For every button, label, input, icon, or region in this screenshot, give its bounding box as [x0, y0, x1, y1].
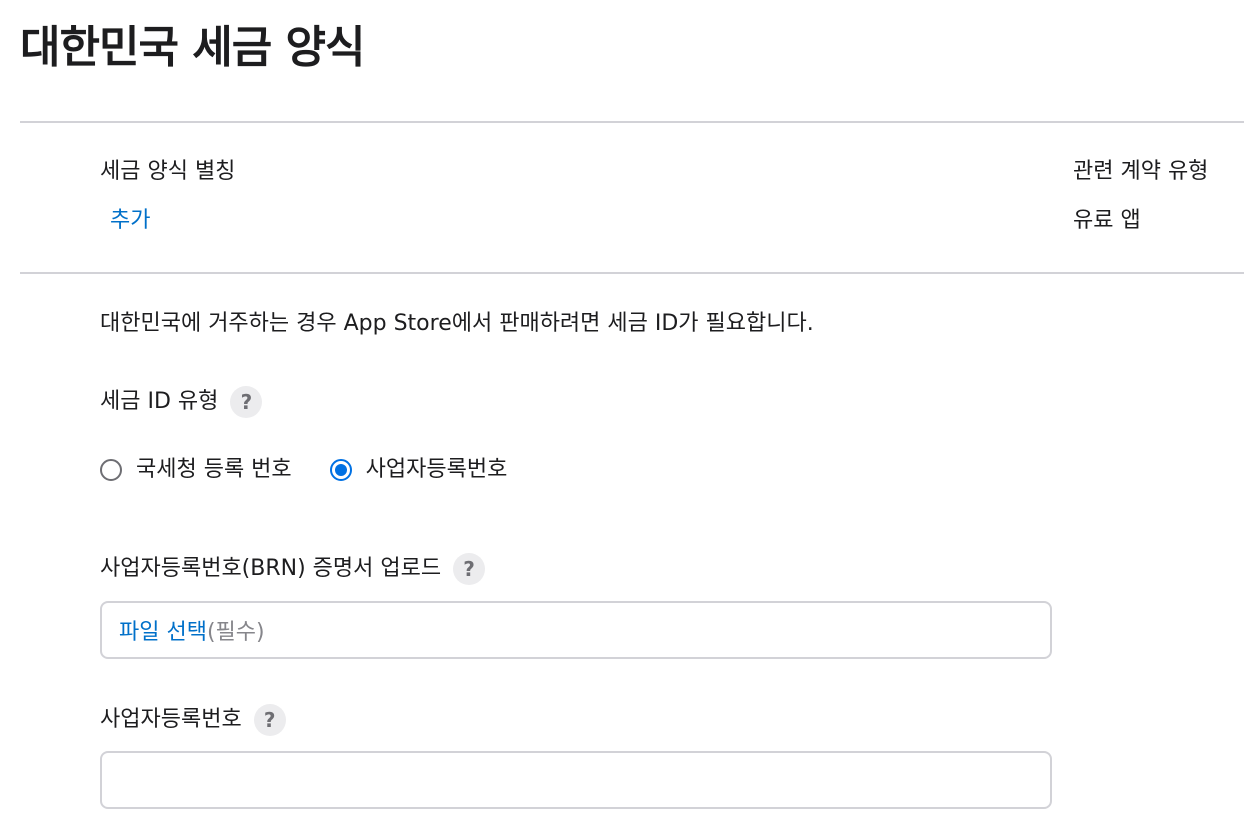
- radio-business-registration-label[interactable]: 사업자등록번호: [366, 455, 508, 485]
- brn-upload-help-icon[interactable]: ?: [453, 553, 486, 585]
- tax-form-alias-label: 세금 양식 별칭: [100, 159, 236, 184]
- required-hint: (필수): [206, 620, 265, 645]
- brn-number-label: 사업자등록번호 ?: [100, 704, 286, 736]
- brn-number-input[interactable]: [102, 753, 1050, 807]
- radio-nts-registration-circle[interactable]: [100, 459, 122, 481]
- brn-number-label-text: 사업자등록번호: [100, 707, 242, 732]
- radio-nts-registration-label[interactable]: 국세청 등록 번호: [136, 455, 292, 485]
- tax-id-type-radio-group: 국세청 등록 번호 사업자등록번호: [100, 454, 545, 486]
- radio-nts-registration[interactable]: 국세청 등록 번호: [100, 455, 292, 485]
- choose-file-link[interactable]: 파일 선택: [119, 614, 207, 646]
- brn-upload-label: 사업자등록번호(BRN) 증명서 업로드 ?: [100, 553, 486, 585]
- contract-type-label: 관련 계약 유형: [1073, 159, 1209, 184]
- tax-form-page: 대한민국 세금 양식 세금 양식 별칭 추가 관련 계약 유형 유료 앱 대한민…: [0, 0, 1244, 832]
- tax-id-type-label: 세금 ID 유형 ?: [100, 386, 263, 418]
- brn-file-upload-field[interactable]: 파일 선택 (필수): [100, 601, 1052, 659]
- radio-business-registration[interactable]: 사업자등록번호: [329, 455, 508, 485]
- page-title: 대한민국 세금 양식: [20, 22, 365, 73]
- tax-id-type-label-text: 세금 ID 유형: [100, 389, 219, 414]
- add-alias-link[interactable]: 추가: [110, 206, 150, 236]
- brn-number-field-box: [100, 751, 1052, 809]
- form-description: 대한민국에 거주하는 경우 App Store에서 판매하려면 세금 ID가 필…: [100, 311, 814, 336]
- radio-business-registration-circle[interactable]: [329, 459, 352, 481]
- contract-type-value: 유료 앱: [1073, 208, 1141, 233]
- brn-upload-label-text: 사업자등록번호(BRN) 증명서 업로드: [100, 556, 442, 581]
- section-divider: [20, 272, 1244, 274]
- tax-id-type-help-icon[interactable]: ?: [230, 386, 263, 418]
- top-divider: [20, 121, 1244, 123]
- brn-number-help-icon[interactable]: ?: [253, 704, 286, 736]
